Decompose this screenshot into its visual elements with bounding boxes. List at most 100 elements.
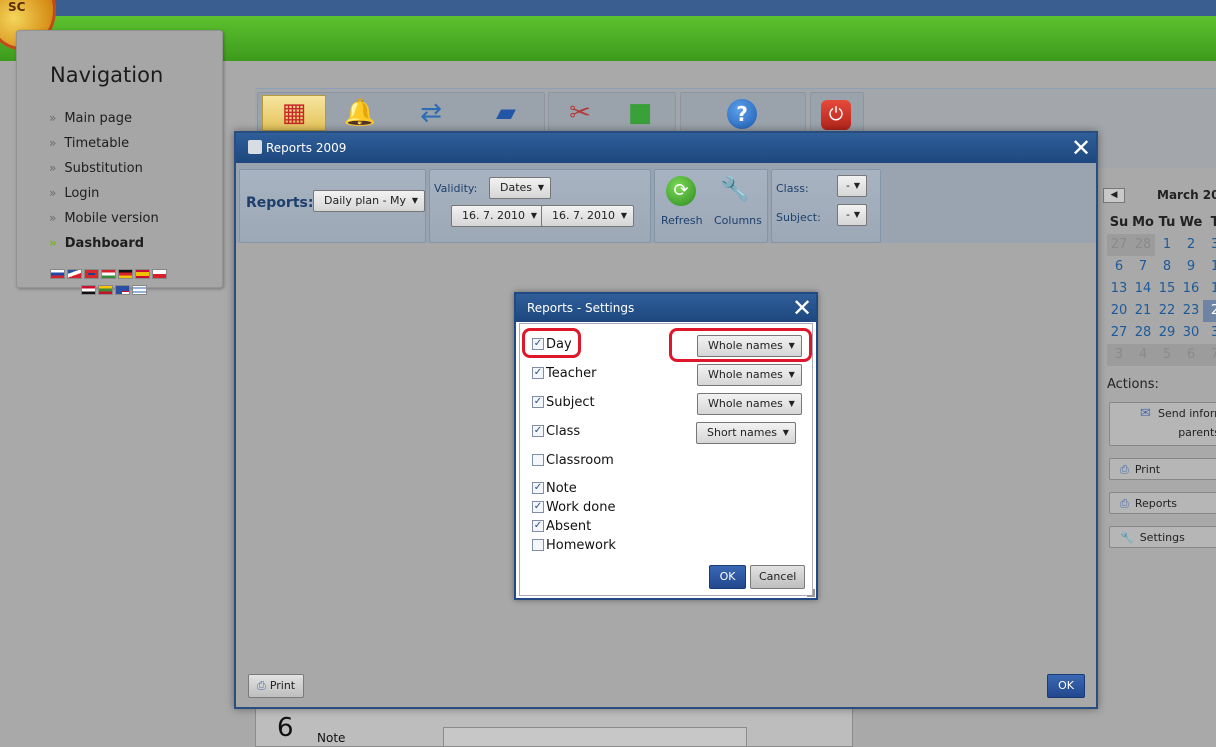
calendar-day[interactable]: 30 bbox=[1179, 322, 1203, 344]
calendar-day[interactable]: 7 bbox=[1203, 344, 1216, 366]
help-icon[interactable]: ? bbox=[727, 99, 757, 129]
note-checkbox[interactable]: ✓ bbox=[532, 482, 544, 494]
calendar-day[interactable]: 4 bbox=[1131, 344, 1155, 366]
nav-item-main-page[interactable]: » Main page bbox=[49, 111, 159, 136]
calendar-day[interactable]: 6 bbox=[1179, 344, 1203, 366]
flag-lithuania-icon[interactable] bbox=[98, 285, 113, 295]
calendar-day[interactable]: 9 bbox=[1179, 256, 1203, 278]
language-flags bbox=[50, 269, 190, 283]
calendar-prev-button[interactable]: ◀ bbox=[1103, 188, 1125, 203]
nav-item-timetable[interactable]: » Timetable bbox=[49, 136, 159, 161]
calendar-day[interactable]: 29 bbox=[1155, 322, 1179, 344]
subject-mode-dropdown[interactable]: Whole names ▼ bbox=[697, 393, 802, 415]
caret-down-icon: ▼ bbox=[853, 181, 860, 190]
calendar-day[interactable]: 28 bbox=[1131, 234, 1155, 256]
reports-ok-button[interactable]: OK bbox=[1047, 674, 1085, 698]
resize-grip[interactable] bbox=[807, 589, 815, 597]
calendar-day[interactable]: 20 bbox=[1107, 300, 1131, 322]
teacher-mode-dropdown[interactable]: Whole names ▼ bbox=[697, 364, 802, 386]
reports-action-button[interactable]: ⎙ Reports bbox=[1109, 492, 1216, 514]
flag-israel-icon[interactable] bbox=[132, 285, 147, 295]
homework-checkbox[interactable] bbox=[532, 539, 544, 551]
nav-item-login[interactable]: » Login bbox=[49, 186, 159, 211]
calendar-day[interactable]: 3 bbox=[1203, 234, 1216, 256]
cubes-icon[interactable]: ■ bbox=[623, 97, 657, 129]
calendar-day[interactable]: 22 bbox=[1155, 300, 1179, 322]
calendar-day[interactable]: 23 bbox=[1179, 300, 1203, 322]
flag-poland-icon[interactable] bbox=[152, 269, 167, 279]
flag-hungary-icon[interactable] bbox=[101, 269, 116, 279]
work-done-checkbox[interactable]: ✓ bbox=[532, 501, 544, 513]
calendar-day-selected[interactable]: 2 bbox=[1203, 300, 1216, 322]
nav-item-dashboard[interactable]: » Dashboard bbox=[49, 236, 159, 261]
calendar-day[interactable]: 1 bbox=[1203, 256, 1216, 278]
calendar-day[interactable]: 21 bbox=[1131, 300, 1155, 322]
class-mode-dropdown[interactable]: Short names ▼ bbox=[696, 422, 796, 444]
flag-usa-icon[interactable] bbox=[115, 285, 130, 295]
calendar-day[interactable]: 7 bbox=[1131, 256, 1155, 278]
flag-slovak-icon[interactable] bbox=[50, 269, 65, 279]
printer-icon: ⎙ bbox=[1120, 497, 1129, 510]
columns-button[interactable]: Columns bbox=[714, 214, 762, 227]
nav-item-mobile-version[interactable]: » Mobile version bbox=[49, 211, 159, 236]
calendar-icon[interactable]: ▦ bbox=[277, 97, 311, 129]
book-icon[interactable]: ▰ bbox=[489, 97, 523, 129]
envelope-icon: ✉ bbox=[1140, 406, 1151, 421]
close-icon[interactable]: ✕ bbox=[792, 296, 812, 320]
calendar-day[interactable]: 1 bbox=[1203, 278, 1216, 300]
tools-icon[interactable]: ✂ bbox=[563, 97, 597, 129]
flag-uk-icon[interactable] bbox=[84, 269, 99, 279]
flag-spain-icon[interactable] bbox=[135, 269, 150, 279]
power-icon[interactable]: ⏻ bbox=[821, 100, 851, 130]
flag-germany-icon[interactable] bbox=[118, 269, 133, 279]
date-to-dropdown[interactable]: 16. 7. 2010 ▼ bbox=[541, 205, 634, 227]
calendar-day[interactable]: 27 bbox=[1107, 234, 1131, 256]
calendar-day[interactable]: 14 bbox=[1131, 278, 1155, 300]
print-action-button[interactable]: ⎙ Print bbox=[1109, 458, 1216, 480]
report-type-dropdown[interactable]: Daily plan - My ▼ bbox=[313, 190, 426, 212]
wrench-icon[interactable]: 🔧 bbox=[720, 175, 750, 203]
period-number: 6 bbox=[277, 713, 294, 743]
class-checkbox[interactable]: ✓ bbox=[532, 425, 544, 437]
settings-dialog-titlebar: Reports - Settings ✕ bbox=[516, 294, 816, 322]
calendar-day[interactable]: 13 bbox=[1107, 278, 1131, 300]
date-from-dropdown[interactable]: 16. 7. 2010 ▼ bbox=[451, 205, 544, 227]
calendar-week: 27 28 29 30 3 bbox=[1107, 322, 1216, 344]
bell-icon[interactable]: 🔔 bbox=[343, 97, 377, 129]
classroom-checkbox[interactable] bbox=[532, 454, 544, 466]
calendar-day[interactable]: 8 bbox=[1155, 256, 1179, 278]
validity-dropdown[interactable]: Dates ▼ bbox=[489, 177, 552, 199]
note-field[interactable] bbox=[443, 727, 747, 747]
subject-checkbox[interactable]: ✓ bbox=[532, 396, 544, 408]
refresh-icon[interactable]: ⟳ bbox=[666, 176, 696, 206]
flag-czech-icon[interactable] bbox=[67, 269, 82, 279]
calendar-day[interactable]: 2 bbox=[1179, 234, 1203, 256]
send-info-parents-button[interactable]: ✉ Send inform parents bbox=[1109, 402, 1216, 446]
calendar-day[interactable]: 27 bbox=[1107, 322, 1131, 344]
nav-item-substitution[interactable]: » Substitution bbox=[49, 161, 159, 186]
swap-icon[interactable]: ⇄ bbox=[414, 97, 448, 129]
absent-checkbox[interactable]: ✓ bbox=[532, 520, 544, 532]
chevron-right-icon: » bbox=[49, 211, 57, 225]
print-button[interactable]: ⎙ Print bbox=[248, 674, 305, 698]
actions-label: Actions: bbox=[1107, 377, 1159, 392]
subject-dropdown[interactable]: - ▼ bbox=[837, 204, 867, 226]
calendar-day[interactable]: 5 bbox=[1155, 344, 1179, 366]
settings-cancel-button[interactable]: Cancel bbox=[750, 565, 805, 589]
calendar-day[interactable]: 3 bbox=[1203, 322, 1216, 344]
calendar-day[interactable]: 3 bbox=[1107, 344, 1131, 366]
teacher-checkbox[interactable]: ✓ bbox=[532, 367, 544, 379]
calendar-day[interactable]: 15 bbox=[1155, 278, 1179, 300]
calendar-day[interactable]: 1 bbox=[1155, 234, 1179, 256]
calendar-weekdays: Su Mo Tu We T bbox=[1109, 215, 1216, 230]
close-icon[interactable]: ✕ bbox=[1071, 136, 1091, 160]
settings-action-button[interactable]: 🔧 Settings bbox=[1109, 526, 1216, 548]
calendar-day[interactable]: 6 bbox=[1107, 256, 1131, 278]
calendar-week: 34567 bbox=[1107, 344, 1216, 366]
flag-egypt-icon[interactable] bbox=[81, 285, 96, 295]
refresh-button[interactable]: Refresh bbox=[661, 214, 703, 227]
settings-ok-button[interactable]: OK bbox=[709, 565, 746, 589]
calendar-day[interactable]: 28 bbox=[1131, 322, 1155, 344]
class-dropdown[interactable]: - ▼ bbox=[837, 175, 867, 197]
calendar-day[interactable]: 16 bbox=[1179, 278, 1203, 300]
